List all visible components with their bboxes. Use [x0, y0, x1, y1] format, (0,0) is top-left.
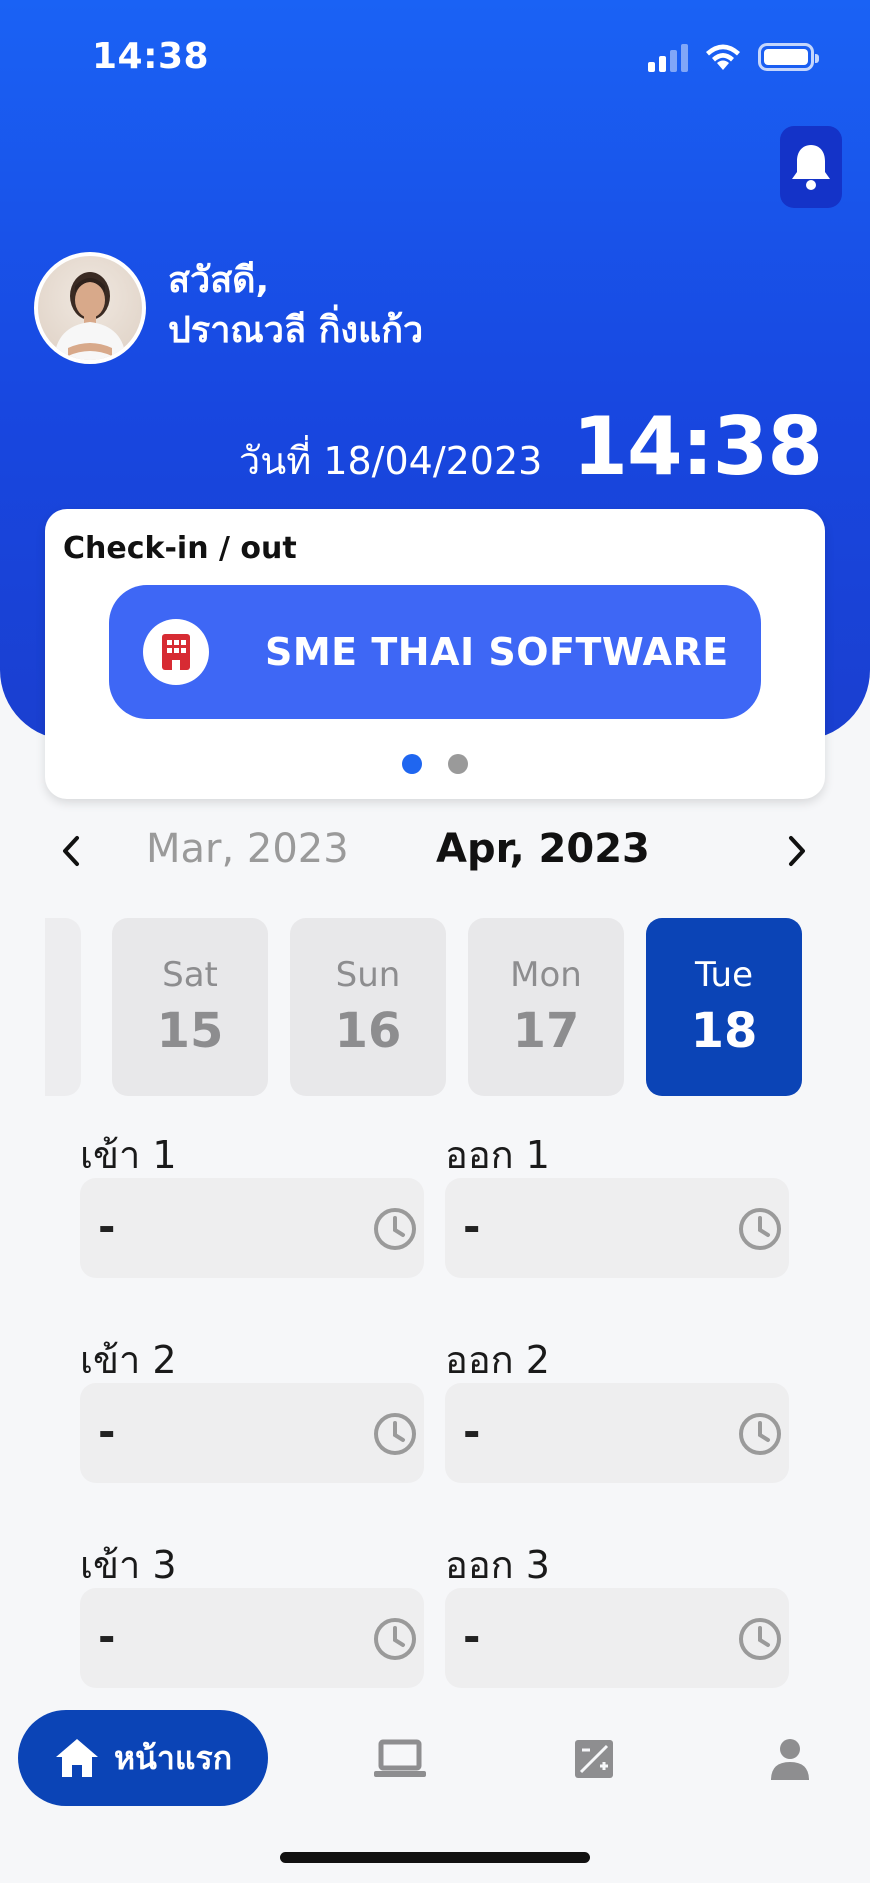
company-icon-circle — [143, 619, 209, 685]
check-out-2-label: ออก 2 — [445, 1338, 550, 1382]
company-checkin-button[interactable]: SME THAI SOFTWARE — [109, 585, 761, 719]
check-in-1-label: เข้า 1 — [80, 1133, 177, 1177]
status-icons — [648, 42, 819, 72]
tab-work[interactable] — [372, 1734, 428, 1784]
status-time: 14:38 — [92, 36, 210, 77]
prev-month-button[interactable] — [46, 826, 96, 876]
tab-home[interactable]: หน้าแรก — [18, 1710, 268, 1806]
day-card[interactable]: Mon 17 — [468, 918, 624, 1096]
tab-requests[interactable] — [566, 1734, 622, 1784]
carousel-dots — [45, 754, 825, 774]
carousel-dot-2[interactable] — [448, 754, 468, 774]
day-name: Mon — [510, 955, 582, 995]
check-out-2-field[interactable]: - — [445, 1383, 789, 1483]
check-in-2-value: - — [98, 1407, 116, 1456]
building-icon — [162, 634, 190, 670]
check-in-1-value: - — [98, 1202, 116, 1251]
edit-square-icon — [575, 1740, 613, 1778]
clock-icon — [374, 1618, 416, 1660]
carousel-dot-1[interactable] — [402, 754, 422, 774]
check-out-1-label: ออก 1 — [445, 1133, 550, 1177]
bell-icon — [792, 145, 830, 190]
person-icon — [771, 1739, 809, 1780]
check-in-2-label: เข้า 2 — [80, 1338, 177, 1382]
prev-month-label[interactable]: Mar, 2023 — [146, 826, 349, 872]
day-date: 18 — [690, 1003, 758, 1059]
company-name: SME THAI SOFTWARE — [265, 630, 729, 674]
tab-profile[interactable] — [762, 1734, 818, 1784]
day-card-selected[interactable]: Tue 18 — [646, 918, 802, 1096]
day-date: 15 — [156, 1003, 224, 1059]
tab-home-label: หน้าแรก — [113, 1738, 233, 1777]
signal-icon — [648, 42, 688, 72]
clock-icon — [739, 1618, 781, 1660]
day-date: 17 — [512, 1003, 580, 1059]
laptop-icon — [374, 1739, 426, 1777]
current-date: วันที่ 18/04/2023 — [238, 439, 543, 483]
current-clock: 14:38 — [572, 400, 823, 493]
check-in-3-field[interactable]: - — [80, 1588, 424, 1688]
current-month-label: Apr, 2023 — [436, 826, 650, 872]
wifi-icon — [706, 44, 740, 70]
checkin-title: Check-in / out — [63, 531, 297, 566]
checkin-card: Check-in / out SME THAI SOFTWARE — [45, 509, 825, 799]
avatar-portrait-icon — [54, 272, 126, 360]
check-out-2-value: - — [463, 1407, 481, 1456]
day-card-previous[interactable] — [45, 918, 81, 1096]
check-in-1-field[interactable]: - — [80, 1178, 424, 1278]
day-date: 16 — [334, 1003, 402, 1059]
clock-icon — [739, 1208, 781, 1250]
clock-icon — [374, 1208, 416, 1250]
chevron-right-icon — [789, 836, 805, 866]
date-time-row: วันที่ 18/04/2023 14:38 — [0, 400, 823, 493]
day-card[interactable]: Sat 15 — [112, 918, 268, 1096]
next-month-button[interactable] — [772, 826, 822, 876]
check-in-3-value: - — [98, 1612, 116, 1661]
greeting-block: สวัสดี, ปราณวลี กิ่งแก้ว — [168, 256, 423, 356]
home-icon — [55, 1739, 98, 1777]
home-indicator — [280, 1852, 590, 1863]
day-card[interactable]: Sun 16 — [290, 918, 446, 1096]
day-strip: Sat 15 Sun 16 Mon 17 Tue 18 — [45, 918, 825, 1096]
avatar[interactable] — [34, 252, 146, 364]
check-out-1-value: - — [463, 1202, 481, 1251]
check-in-2-field[interactable]: - — [80, 1383, 424, 1483]
check-in-3-label: เข้า 3 — [80, 1543, 177, 1587]
bottom-tab-bar: หน้าแรก — [0, 1700, 870, 1820]
day-name: Sat — [162, 955, 218, 995]
user-name: ปราณวลี กิ่งแก้ว — [168, 310, 424, 351]
day-name: Sun — [335, 955, 401, 995]
check-out-3-label: ออก 3 — [445, 1543, 550, 1587]
clock-icon — [374, 1413, 416, 1455]
greeting-text: สวัสดี, — [168, 260, 270, 301]
clock-icon — [739, 1413, 781, 1455]
check-out-3-field[interactable]: - — [445, 1588, 789, 1688]
check-out-3-value: - — [463, 1612, 481, 1661]
notification-button[interactable] — [780, 126, 842, 208]
check-out-1-field[interactable]: - — [445, 1178, 789, 1278]
month-navigation: Mar, 2023 Apr, 2023 — [0, 820, 870, 884]
battery-icon — [758, 43, 819, 71]
day-name: Tue — [694, 955, 754, 995]
chevron-left-icon — [63, 836, 79, 866]
